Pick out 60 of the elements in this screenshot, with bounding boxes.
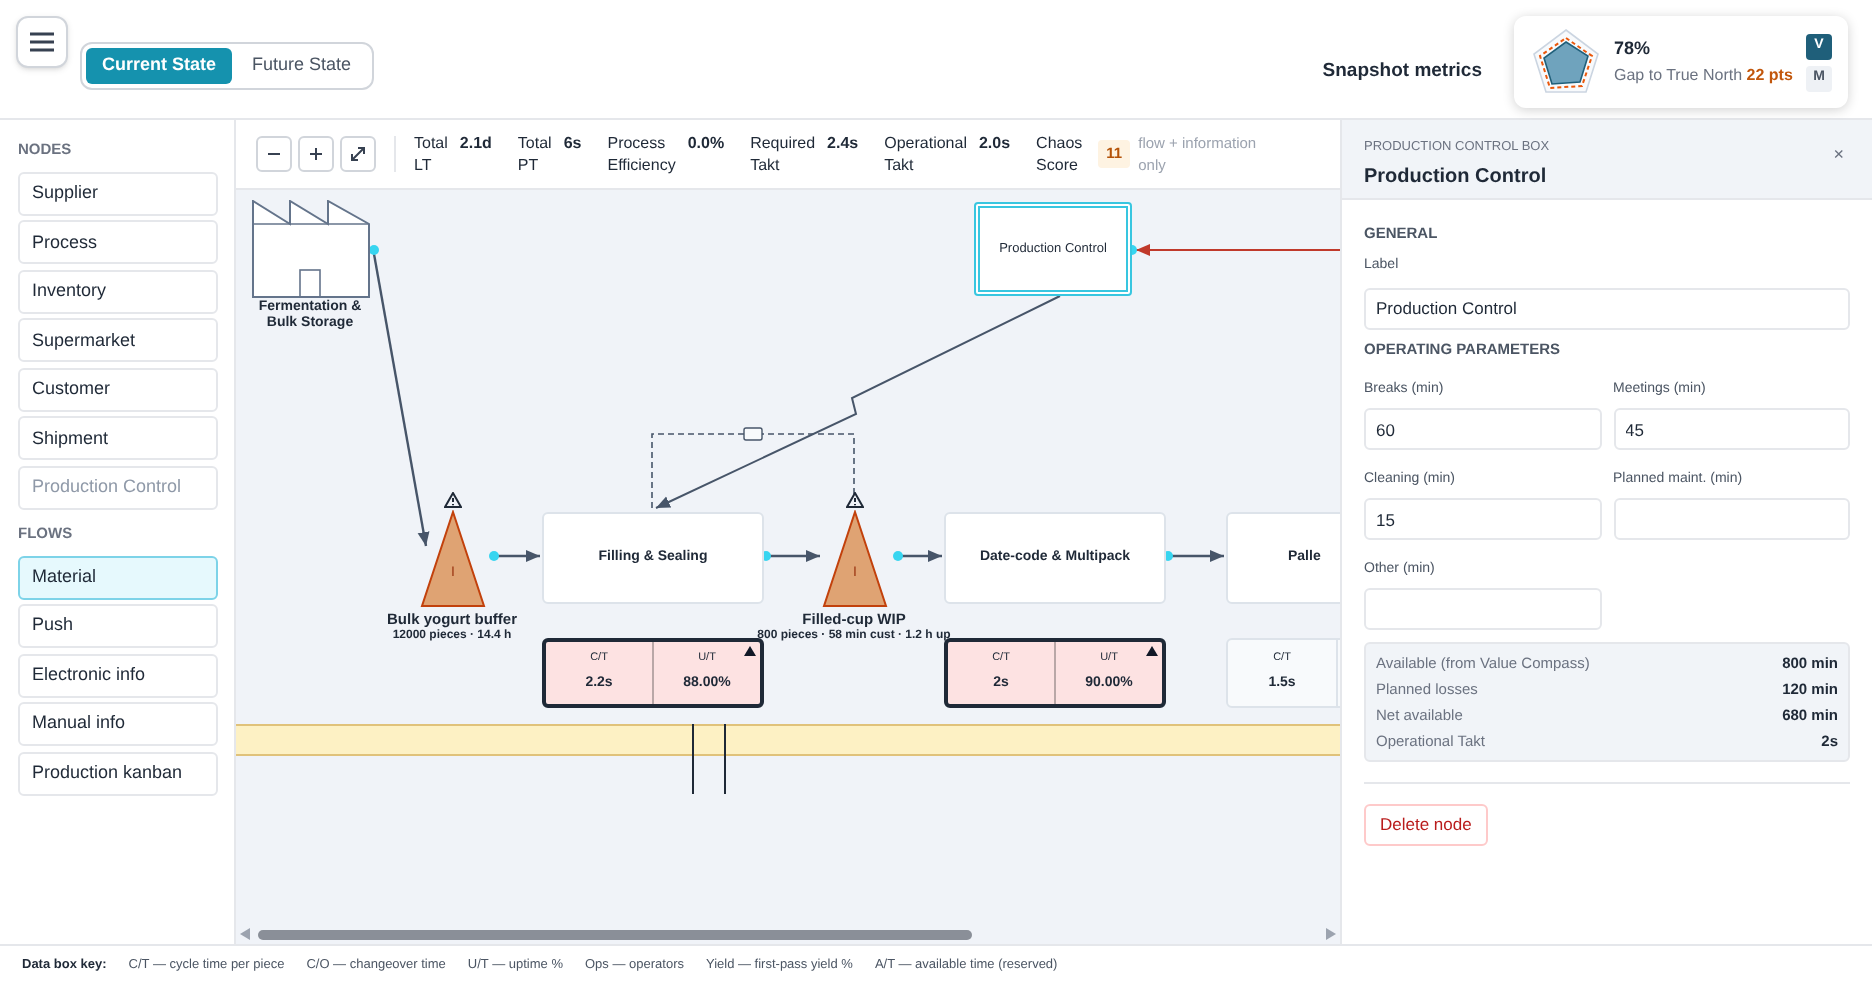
parameter-input[interactable]: 60 bbox=[1364, 408, 1601, 450]
sidebar-item[interactable]: Material bbox=[18, 555, 218, 599]
parameter-input[interactable] bbox=[1613, 498, 1850, 540]
metric-value: 2.0s bbox=[978, 132, 1011, 154]
horizontal-scrollbar[interactable] bbox=[236, 924, 1340, 944]
snapshot-title: Snapshot metrics bbox=[1322, 58, 1482, 86]
scroll-right-icon[interactable] bbox=[1324, 928, 1336, 940]
parameter-input[interactable]: 45 bbox=[1613, 408, 1850, 450]
menu-icon bbox=[30, 32, 54, 52]
sidebar-item[interactable]: Shipment bbox=[18, 416, 218, 461]
sidebar-item[interactable]: Push bbox=[18, 604, 218, 648]
plus-icon bbox=[308, 146, 324, 162]
metric-label: Operational Takt bbox=[884, 132, 967, 176]
metric-label: Chaos Score bbox=[1036, 132, 1083, 176]
sidebar-item[interactable]: Process bbox=[18, 220, 218, 265]
metric-label: Total LT bbox=[414, 132, 448, 176]
zoom-expand-button[interactable] bbox=[340, 136, 376, 172]
scroll-left-icon[interactable] bbox=[240, 928, 252, 940]
kanban-card-icon bbox=[743, 427, 763, 441]
sidebar-item[interactable]: Manual info bbox=[18, 702, 218, 746]
zoom-plus-button[interactable] bbox=[298, 136, 334, 172]
connection-handle[interactable] bbox=[893, 551, 903, 561]
metric-label: Total PT bbox=[517, 132, 552, 176]
sidebar-item[interactable]: Production kanban bbox=[18, 751, 218, 795]
delete-node-button[interactable]: Delete node bbox=[1364, 804, 1488, 846]
connection-handle[interactable] bbox=[489, 551, 499, 561]
sidebar-item[interactable]: Inventory bbox=[18, 269, 218, 314]
gap-value: 22 pts bbox=[1746, 65, 1793, 84]
menu-button[interactable] bbox=[16, 16, 68, 68]
connection-handle[interactable] bbox=[369, 245, 379, 255]
timeline-divider bbox=[692, 724, 694, 794]
radar-thumbnail-drawing bbox=[1530, 26, 1602, 98]
material-arrow bbox=[770, 550, 820, 562]
metric-value: 2.1d bbox=[459, 132, 492, 154]
gap-label: Gap to True North bbox=[1614, 65, 1743, 84]
flag-triangle-icon bbox=[744, 646, 756, 656]
inspector-title: Production Control bbox=[1364, 163, 1549, 192]
label-input[interactable]: Production Control bbox=[1364, 287, 1850, 330]
timeline-divider bbox=[724, 724, 726, 794]
parameter-input[interactable] bbox=[1364, 588, 1601, 630]
factory-drawing bbox=[252, 200, 370, 298]
state-tab[interactable]: Current State bbox=[86, 48, 233, 84]
metric-value: 6s bbox=[563, 132, 582, 154]
expand-icon bbox=[350, 146, 366, 162]
sidebar-item[interactable]: Electronic info bbox=[18, 653, 218, 697]
snapshot-score: 78% bbox=[1614, 38, 1653, 62]
material-arrow bbox=[1172, 550, 1224, 562]
metric-label: Process Efficiency bbox=[607, 132, 676, 176]
metric-value: 2.4s bbox=[827, 132, 859, 154]
sidebar-item[interactable]: Supermarket bbox=[18, 318, 218, 363]
parameter-input[interactable]: 15 bbox=[1364, 498, 1601, 540]
scrollbar-thumb[interactable] bbox=[258, 929, 972, 939]
close-button[interactable]: × bbox=[1833, 142, 1844, 169]
sidebar-item[interactable]: Customer bbox=[18, 367, 218, 412]
sidebar-item[interactable]: Supplier bbox=[18, 171, 218, 216]
material-arrow bbox=[902, 550, 942, 562]
metric-label: Required Takt bbox=[750, 132, 816, 176]
flag-triangle-icon bbox=[1146, 646, 1158, 656]
metric-value: 0.0% bbox=[687, 132, 725, 154]
material-arrow bbox=[498, 550, 540, 562]
